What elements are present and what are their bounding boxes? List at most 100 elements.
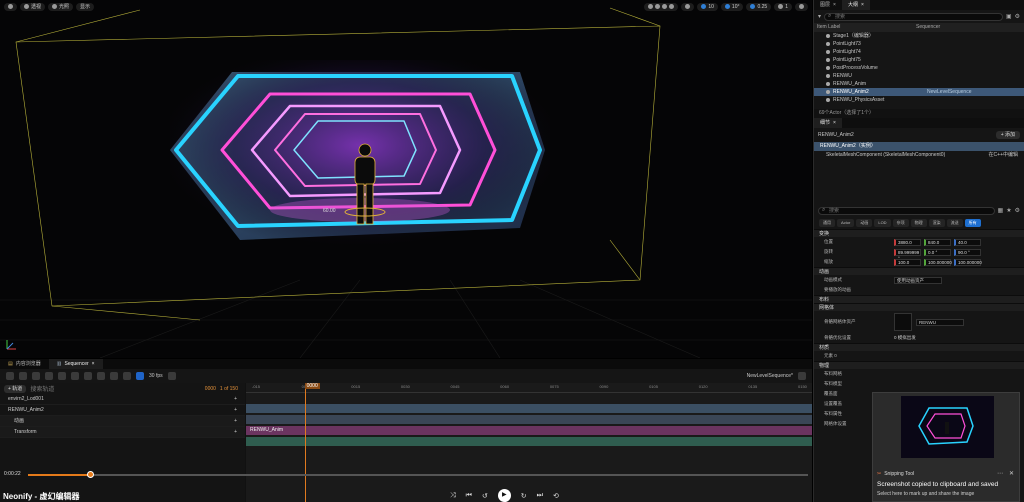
- favorite-icon[interactable]: ★: [1006, 207, 1011, 214]
- filter-tab[interactable]: 所有: [964, 219, 981, 227]
- track-row[interactable]: RENWU_Anim2 +: [0, 405, 245, 416]
- filter-tab[interactable]: Actor: [837, 219, 855, 227]
- current-frame[interactable]: 0000: [205, 386, 216, 392]
- section-animation[interactable]: 动画: [814, 267, 1024, 275]
- filter-tab[interactable]: 通用: [819, 219, 835, 227]
- settings-icon[interactable]: ⚙: [1015, 13, 1020, 20]
- track-row[interactable]: 动画 +: [0, 416, 245, 427]
- repeat-icon[interactable]: ⟲: [553, 492, 559, 500]
- filter-tab[interactable]: 渲染: [928, 219, 945, 227]
- outliner-item[interactable]: RENWU_PhysicsAsset: [814, 96, 1024, 104]
- previous-icon[interactable]: ⏮: [466, 492, 472, 500]
- add-key-icon[interactable]: +: [234, 427, 237, 437]
- snipping-tool-notification[interactable]: ✂ Snipping Tool ⋯ ✕ Screenshot copied to…: [872, 392, 1020, 502]
- root-component-row[interactable]: RENWU_Anim2（实例）: [814, 142, 1024, 151]
- outliner-item[interactable]: PointLight75: [814, 56, 1024, 64]
- show-button[interactable]: 显示: [76, 2, 95, 11]
- filter-tab[interactable]: 物理: [910, 219, 927, 227]
- scale-snap-button[interactable]: 0.25: [746, 2, 772, 11]
- world-space-button[interactable]: [681, 2, 695, 11]
- actor-icon: [826, 98, 830, 102]
- anim-clip[interactable]: RENWU_Anim: [246, 426, 812, 435]
- outliner-item[interactable]: RENWU_Anim2 NewLevelSequence: [814, 88, 1024, 96]
- timeline[interactable]: -015 0000 0015 0030 0045 0060 0075 0090 0105 0120…: [246, 383, 812, 502]
- fps-selector[interactable]: 30 fps: [149, 373, 163, 379]
- video-progress-bar[interactable]: [28, 471, 808, 478]
- outliner-item[interactable]: Stage1（编辑器）: [814, 32, 1024, 40]
- settings-icon[interactable]: ⚙: [1015, 207, 1020, 214]
- rotation-snap-button[interactable]: 10°: [720, 2, 744, 11]
- filter-icon[interactable]: ▾: [818, 13, 821, 20]
- shuffle-icon[interactable]: ⤨: [450, 492, 456, 500]
- camera-lock-icon[interactable]: [167, 372, 176, 380]
- bottom-tabbar: ▤ 内容浏览器 ▥ Sequencer ×: [0, 359, 812, 369]
- outliner-item[interactable]: PostProcessVolume: [814, 64, 1024, 72]
- track-row[interactable]: Transform +: [0, 427, 245, 438]
- level-viewport[interactable]: 透视 光照 显示 10 10° 0.25 1 60.00: [0, 0, 812, 358]
- outliner-item[interactable]: RENWU_Anim: [814, 80, 1024, 88]
- filter-tab[interactable]: 流送: [946, 219, 963, 227]
- time-ruler[interactable]: -015 0000 0015 0030 0045 0060 0075 0090 0105 0120…: [246, 383, 812, 393]
- filter-tab[interactable]: 杂项: [892, 219, 909, 227]
- grid-snap-button[interactable]: 10: [697, 2, 718, 11]
- actor-icon: [826, 34, 830, 38]
- track-row[interactable]: envirn2_Lod001 +: [0, 394, 245, 405]
- forward-icon[interactable]: ↻: [521, 492, 527, 500]
- render-movie-icon[interactable]: [45, 372, 53, 380]
- keyframe-icon[interactable]: [110, 372, 118, 380]
- mesh-thumbnail[interactable]: [894, 313, 912, 331]
- outliner-search-input[interactable]: 搜索: [824, 12, 1003, 21]
- play-button[interactable]: ▶: [497, 489, 511, 502]
- section-physics[interactable]: 物理: [814, 361, 1024, 369]
- curve-icon[interactable]: [123, 372, 131, 380]
- outliner-item[interactable]: RENWU: [814, 72, 1024, 80]
- video-progress-fill: [28, 474, 91, 476]
- viewport-menu-button[interactable]: [4, 2, 17, 11]
- tab-details[interactable]: 细节 ×: [814, 118, 842, 128]
- outliner-item[interactable]: PointLight73: [814, 40, 1024, 48]
- tab-outliner[interactable]: 大纲 ×: [841, 0, 870, 10]
- rewind-icon[interactable]: ↺: [482, 492, 488, 500]
- outliner-item[interactable]: PointLight74: [814, 48, 1024, 56]
- sub-component-row[interactable]: SkeletalMeshComponent (SkeletalMeshCompo…: [814, 151, 1024, 160]
- transform-tools[interactable]: [644, 2, 679, 11]
- add-key-icon[interactable]: +: [234, 394, 237, 404]
- perspective-button[interactable]: 透视: [20, 2, 46, 11]
- details-search-input[interactable]: 搜索: [818, 206, 995, 215]
- add-key-icon[interactable]: +: [234, 405, 237, 415]
- grid-view-icon[interactable]: ▦: [998, 207, 1004, 214]
- camera-speed-button[interactable]: 1: [774, 2, 792, 11]
- anim-mode-dropdown[interactable]: 使用动画资产: [894, 276, 942, 284]
- tab-layers[interactable]: 图层 ×: [814, 0, 842, 10]
- more-options-icon[interactable]: ⋯: [997, 470, 1003, 477]
- add-key-icon[interactable]: +: [234, 416, 237, 426]
- transform-icon[interactable]: [71, 372, 79, 380]
- close-icon[interactable]: ✕: [1009, 470, 1014, 477]
- camera-icon[interactable]: [58, 372, 66, 380]
- find-icon[interactable]: [32, 372, 40, 380]
- filter-tab[interactable]: LOD: [874, 219, 891, 227]
- tab-content-browser[interactable]: ▤ 内容浏览器: [0, 359, 49, 369]
- view-icon[interactable]: [84, 372, 92, 380]
- world-icon[interactable]: [6, 372, 14, 380]
- next-icon[interactable]: ⏭: [537, 492, 543, 500]
- sequence-name[interactable]: NewLevelSequence*: [747, 373, 793, 379]
- filter-tab[interactable]: 动画: [856, 219, 873, 227]
- section-clothing[interactable]: 布料: [814, 295, 1024, 303]
- playhead[interactable]: [304, 383, 306, 502]
- snap-icon[interactable]: [136, 372, 144, 380]
- sequence-options-icon[interactable]: [798, 372, 806, 380]
- section-transform[interactable]: 变换: [814, 229, 1024, 237]
- track-search-input[interactable]: 搜索轨道: [30, 384, 54, 393]
- lit-mode-button[interactable]: 光照: [48, 2, 74, 11]
- add-folder-icon[interactable]: ▣: [1006, 13, 1012, 20]
- playback-icon[interactable]: [97, 372, 105, 380]
- section-mesh[interactable]: 网格体: [814, 303, 1024, 311]
- tab-sequencer[interactable]: ▥ Sequencer ×: [48, 359, 103, 369]
- section-material[interactable]: 材质: [814, 343, 1024, 351]
- save-icon[interactable]: [19, 372, 27, 380]
- add-component-button[interactable]: + 添加: [995, 131, 1020, 139]
- maximize-viewport-button[interactable]: [795, 2, 808, 11]
- add-track-button[interactable]: + 轨道: [4, 384, 27, 393]
- skeletal-mesh-dropdown[interactable]: RENWU: [916, 318, 964, 326]
